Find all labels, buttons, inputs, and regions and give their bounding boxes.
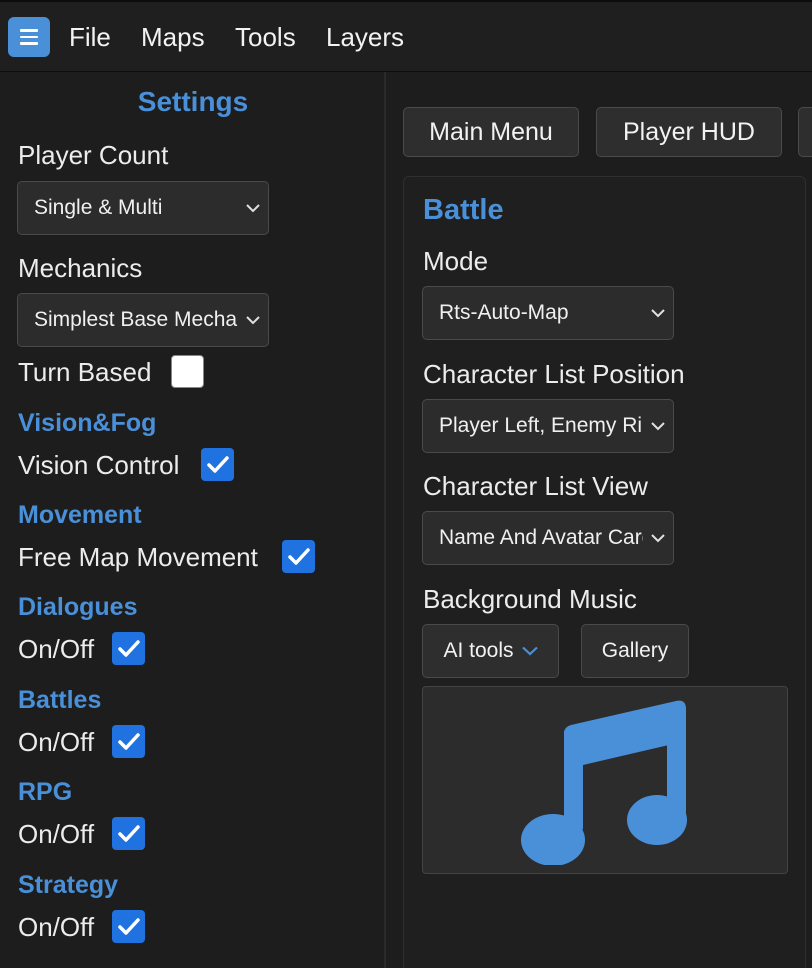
menu-tools[interactable]: Tools: [235, 20, 296, 54]
mode-value: Rts-Auto-Map: [439, 301, 569, 324]
mode-select[interactable]: Rts-Auto-Map: [422, 286, 674, 340]
free-map-movement-checkbox[interactable]: [282, 540, 315, 573]
chevron-down-icon: [521, 646, 538, 656]
dialogues-toggle-label: On/Off: [18, 634, 95, 664]
chevron-down-icon: [643, 308, 673, 318]
mechanics-label: Mechanics: [18, 253, 143, 283]
battle-title: Battle: [423, 194, 504, 226]
ai-tools-button[interactable]: AI tools: [422, 624, 559, 678]
music-preview[interactable]: [422, 686, 788, 874]
vision-control-checkbox[interactable]: [201, 448, 234, 481]
settings-title: Settings: [137, 86, 249, 117]
menu-file[interactable]: File: [69, 20, 111, 54]
free-map-movement-label: Free Map Movement: [18, 542, 258, 572]
chevron-down-icon: [238, 203, 268, 213]
dialogues-checkbox[interactable]: [112, 632, 145, 665]
chevron-down-icon: [643, 421, 673, 431]
movement-title: Movement: [18, 501, 142, 529]
vision-fog-title: Vision&Fog: [18, 409, 157, 437]
dialogues-title: Dialogues: [18, 593, 138, 621]
rpg-toggle-label: On/Off: [18, 819, 95, 849]
checkmark-icon: [117, 639, 140, 657]
tab-next-partial[interactable]: [798, 107, 812, 157]
strategy-title: Strategy: [18, 871, 119, 899]
music-note-icon: [521, 700, 687, 865]
list-view-label: Character List View: [423, 471, 648, 501]
rpg-checkbox[interactable]: [112, 817, 145, 850]
player-count-label: Player Count: [18, 140, 169, 170]
vision-control-label: Vision Control: [18, 450, 180, 480]
checkmark-icon: [117, 824, 140, 842]
mode-label: Mode: [423, 246, 489, 276]
player-count-value: Single & Multi: [34, 196, 163, 219]
list-view-value: Name And Avatar Cards: [439, 526, 643, 549]
gallery-button[interactable]: Gallery: [581, 624, 689, 678]
strategy-toggle-label: On/Off: [18, 912, 95, 942]
tab-player-hud[interactable]: Player HUD: [596, 107, 782, 157]
menu-bar: File Maps Tools Layers: [0, 0, 812, 72]
list-position-value: Player Left, Enemy Right: [439, 414, 643, 437]
list-position-select[interactable]: Player Left, Enemy Right: [422, 399, 674, 453]
battles-title: Battles: [18, 686, 102, 714]
checkmark-icon: [206, 455, 229, 473]
hamburger-icon-line: [20, 42, 38, 45]
menu-layers[interactable]: Layers: [326, 20, 404, 54]
checkmark-icon: [117, 917, 140, 935]
player-count-select[interactable]: Single & Multi: [17, 181, 269, 235]
hamburger-icon: [20, 29, 38, 32]
battles-toggle-label: On/Off: [18, 727, 95, 757]
hamburger-menu-button[interactable]: [8, 17, 50, 57]
background-music-label: Background Music: [423, 584, 637, 614]
ai-tools-label: AI tools: [443, 639, 514, 662]
mechanics-select[interactable]: Simplest Base Mechanics: [17, 293, 269, 347]
list-position-label: Character List Position: [423, 359, 685, 389]
menu-maps[interactable]: Maps: [141, 20, 205, 54]
mechanics-value: Simplest Base Mechanics: [34, 308, 238, 331]
checkmark-icon: [117, 732, 140, 750]
strategy-checkbox[interactable]: [112, 910, 145, 943]
turn-based-label: Turn Based: [18, 357, 152, 387]
chevron-down-icon: [643, 533, 673, 543]
chevron-down-icon: [238, 315, 268, 325]
battles-checkbox[interactable]: [112, 725, 145, 758]
hamburger-icon-line: [20, 35, 38, 39]
tab-main-menu[interactable]: Main Menu: [403, 107, 579, 157]
list-view-select[interactable]: Name And Avatar Cards: [422, 511, 674, 565]
checkmark-icon: [287, 547, 310, 565]
turn-based-checkbox[interactable]: [171, 355, 204, 388]
rpg-title: RPG: [18, 778, 73, 806]
